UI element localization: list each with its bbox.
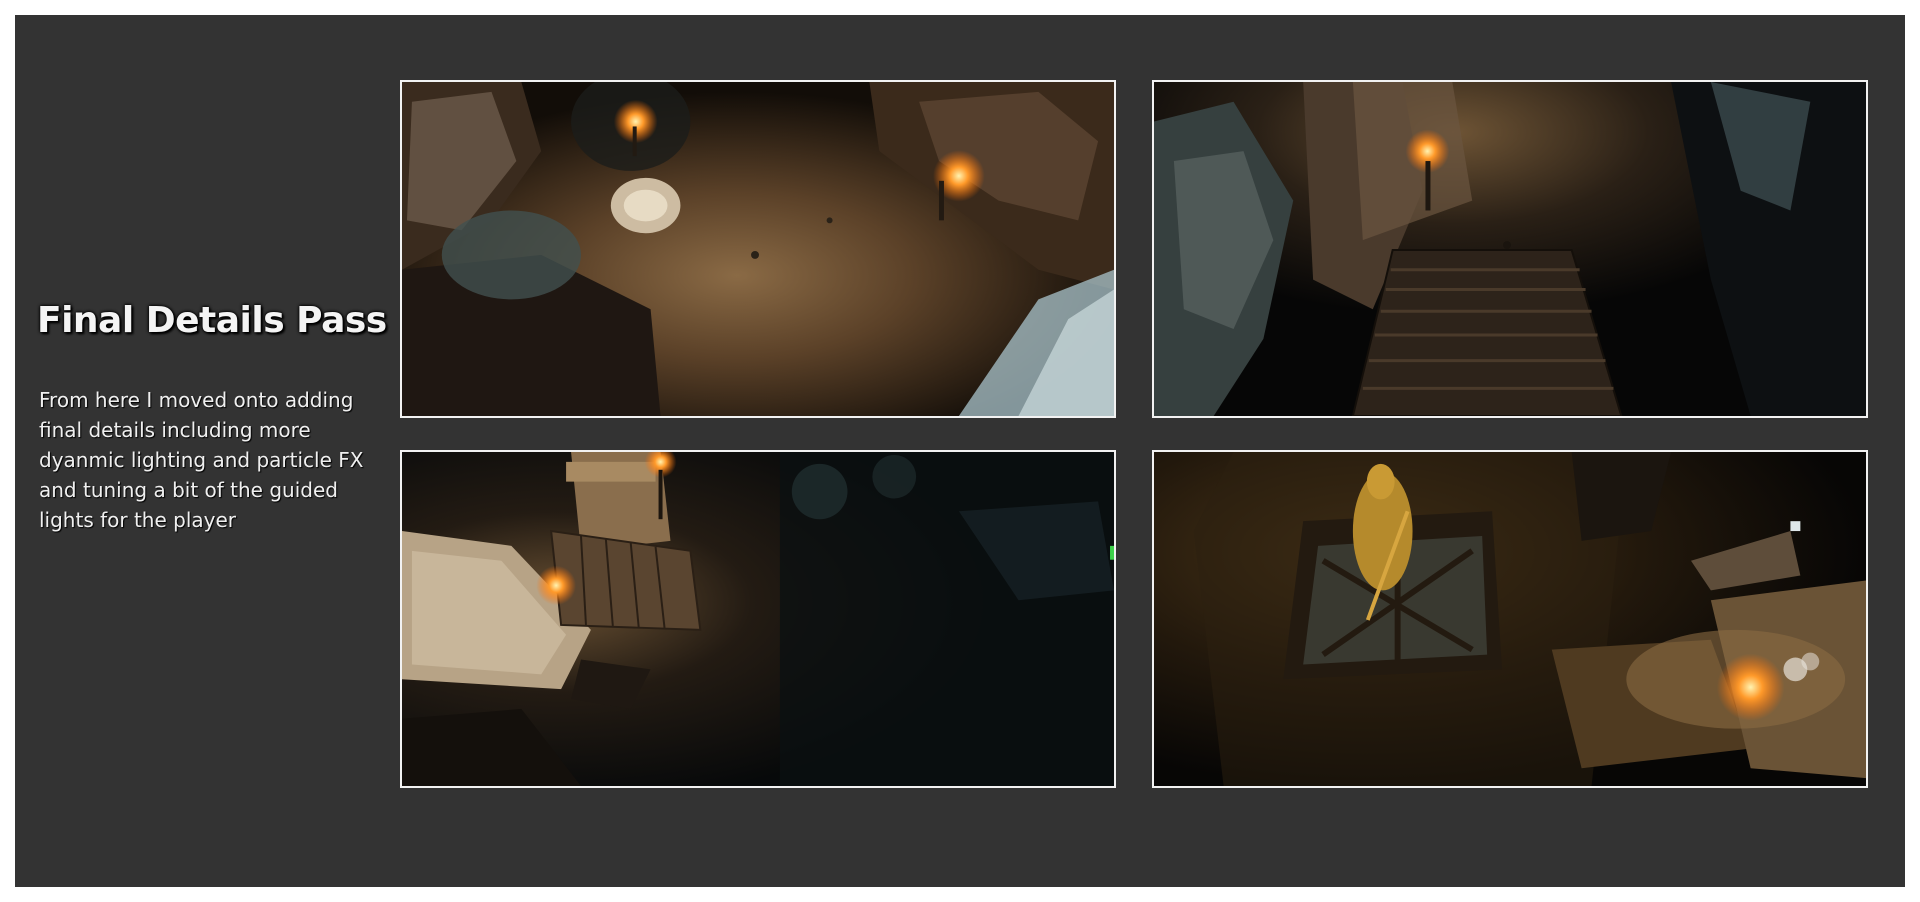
screenshot-ruined-platform <box>400 450 1116 788</box>
forest-path-image <box>402 82 1114 416</box>
slide-background: Final Details Pass From here I moved ont… <box>15 15 1905 887</box>
slide-description: From here I moved onto adding final deta… <box>39 388 364 532</box>
ruined-platform-image <box>402 452 1114 786</box>
golden-statue-image <box>1154 452 1866 786</box>
screenshot-golden-statue <box>1152 450 1868 788</box>
staircase-image <box>1154 82 1866 416</box>
screenshot-staircase <box>1152 80 1868 418</box>
screenshot-forest-path <box>400 80 1116 418</box>
slide-title: Final Details Pass <box>37 300 387 341</box>
